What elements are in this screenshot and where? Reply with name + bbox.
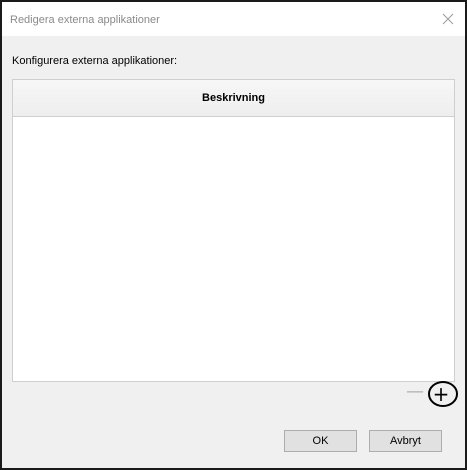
remove-button[interactable]: — — [404, 381, 426, 403]
close-icon — [442, 13, 454, 25]
window-title: Redigera externa applikationer — [10, 14, 160, 26]
dialog-window: Redigera externa applikationer Konfigure… — [0, 0, 467, 470]
title-bar: Redigera externa applikationer — [2, 2, 465, 36]
dialog-content: Konfigurera externa applikationer: Beskr… — [2, 36, 465, 468]
minus-icon: — — [406, 381, 424, 402]
ok-button[interactable]: OK — [284, 430, 357, 452]
applications-list[interactable]: Beskrivning — [12, 79, 455, 382]
column-header-description[interactable]: Beskrivning — [13, 80, 454, 117]
cancel-button[interactable]: Avbryt — [369, 430, 442, 452]
list-body[interactable] — [13, 117, 454, 381]
section-label: Konfigurera externa applikationer: — [12, 55, 178, 67]
close-button[interactable] — [437, 8, 459, 30]
plus-icon: + — [432, 382, 450, 406]
add-button[interactable]: + — [428, 381, 454, 407]
